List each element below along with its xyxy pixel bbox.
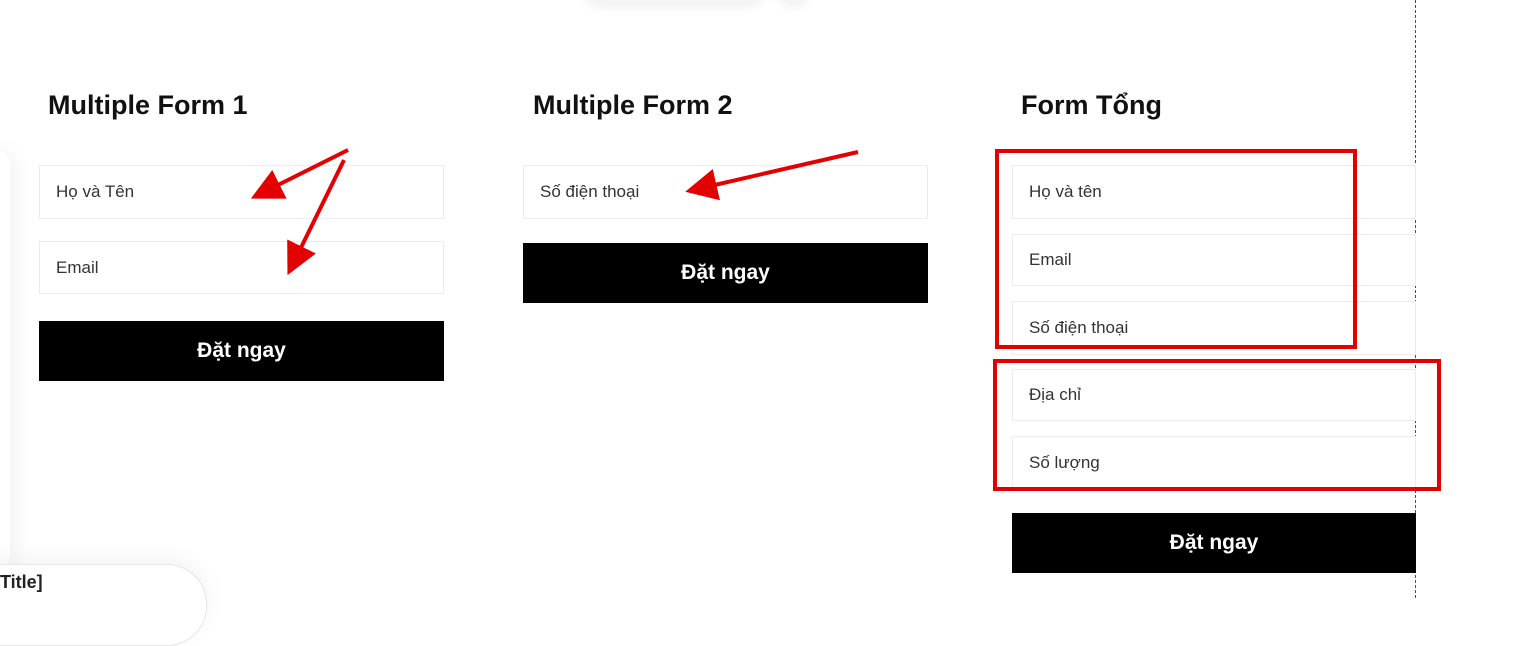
form-total-submit-button[interactable]: Đặt ngay	[1012, 513, 1416, 573]
form-1-email-field[interactable]: Email	[39, 241, 444, 294]
form-total-name-field[interactable]: Họ và tên	[1012, 165, 1416, 219]
form-2-submit-button[interactable]: Đặt ngay	[523, 243, 928, 303]
top-pill-decoration-small	[778, 0, 810, 4]
form-total-quantity-field[interactable]: Số lượng	[1012, 436, 1416, 490]
top-pill-decoration	[585, 0, 765, 4]
form-1-submit-button[interactable]: Đặt ngay	[39, 321, 444, 381]
form-1-name-field[interactable]: Họ và Tên	[39, 165, 444, 219]
form-1-title: Multiple Form 1	[48, 90, 248, 120]
form-total-phone-field[interactable]: Số điện thoại	[1012, 301, 1416, 355]
form-2-title: Multiple Form 2	[533, 90, 733, 120]
left-shadow	[0, 150, 10, 570]
form-2-phone-field[interactable]: Số điện thoại	[523, 165, 928, 219]
editor-guide-line	[1415, 0, 1416, 598]
form-total-email-field[interactable]: Email	[1012, 234, 1416, 286]
bottom-card-title: Title]	[0, 572, 43, 592]
form-total-title: Form Tổng	[1021, 90, 1162, 120]
form-total-address-field[interactable]: Địa chỉ	[1012, 369, 1416, 421]
